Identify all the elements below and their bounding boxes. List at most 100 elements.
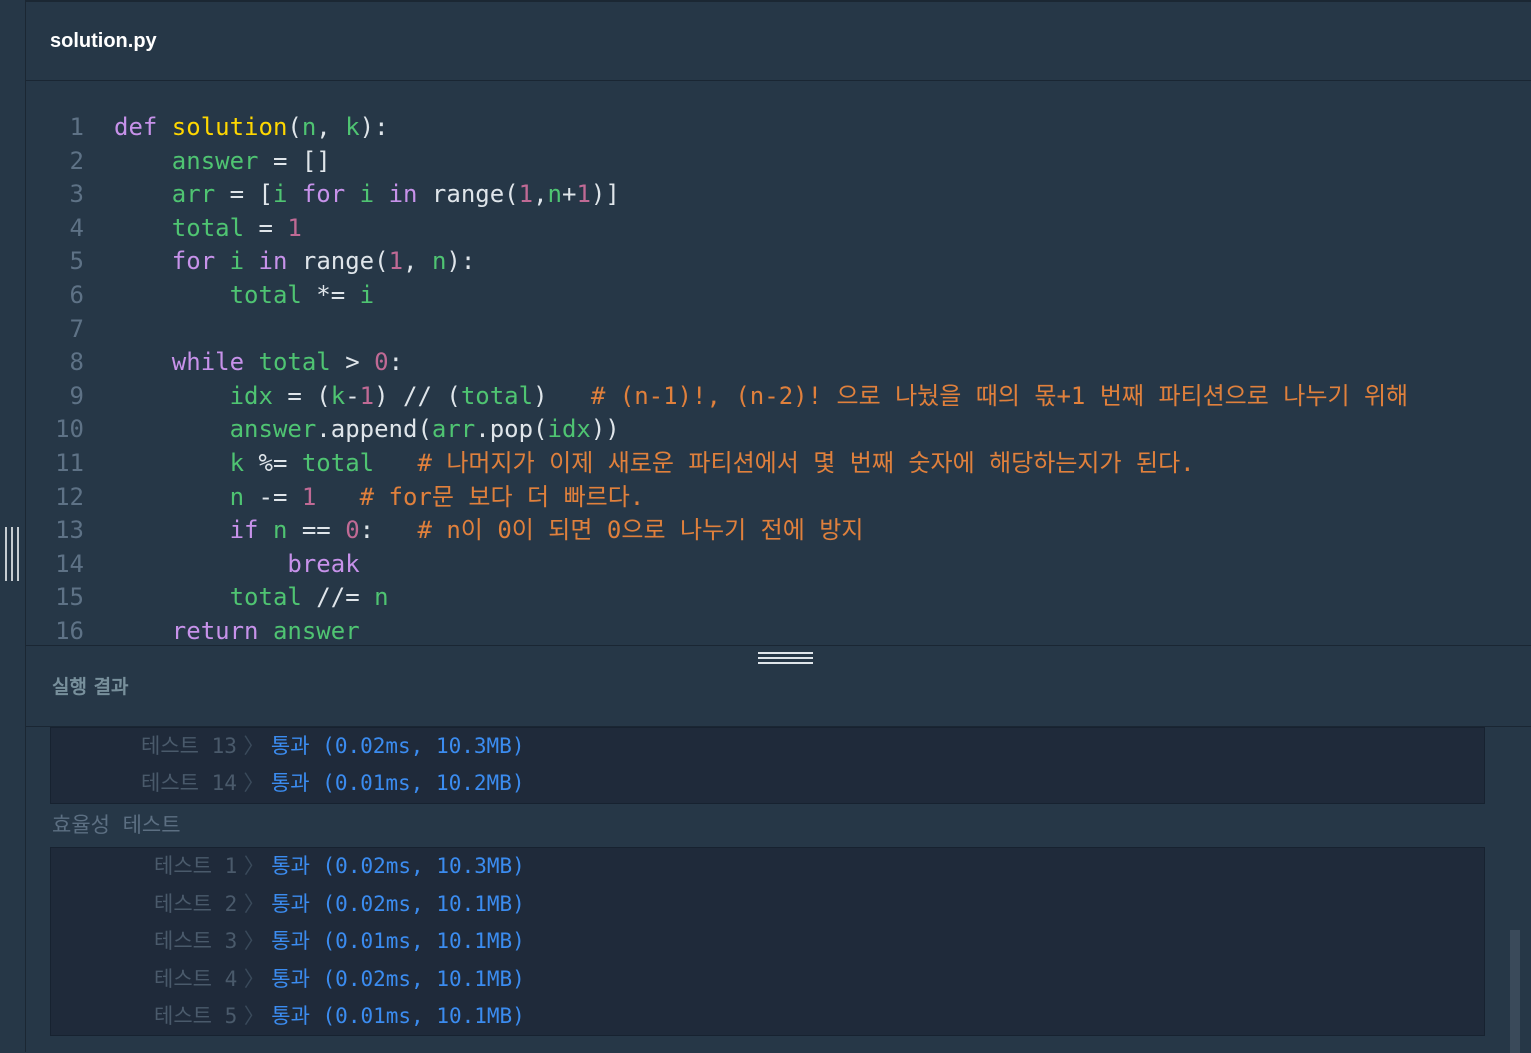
code-token: answer <box>272 616 360 645</box>
code-editor[interactable]: 1 def solution(n, k): 2 answer = [] 3 arr =… <box>26 81 1531 645</box>
code-token: 1 <box>301 482 317 511</box>
test-result-text: 통과 (0.01ms, 10.2MB) <box>270 771 525 795</box>
accuracy-test-results: 테스트 13 〉 통과 (0.02ms, 10.3MB) 테스트 14 〉 통과 (0.0… <box>50 727 1485 804</box>
code-token: : <box>359 516 418 545</box>
code-token: arr <box>431 415 476 444</box>
line-number: 9 <box>69 381 84 410</box>
code-token: ): <box>359 113 389 141</box>
code-token: range( <box>287 247 389 276</box>
code-line[interactable]: 8 while total > 0: <box>26 346 1408 380</box>
line-number: 4 <box>69 213 84 242</box>
result-panel[interactable]: 테스트 13 〉 통과 (0.02ms, 10.3MB) 테스트 14 〉 통과 (0.0… <box>26 726 1531 1053</box>
line-number: 6 <box>69 280 84 309</box>
code-line[interactable]: 9 idx = (k-1) // (total) # (n-1)!, (n-2)… <box>26 380 1409 414</box>
code-token: n <box>272 516 288 545</box>
code-token: -= <box>244 482 302 511</box>
code-token: *= <box>301 280 360 309</box>
line-number: 8 <box>69 348 84 377</box>
code-token: .append( <box>316 415 432 444</box>
test-result-row[interactable]: 테스트 2 〉 통과 (0.02ms, 10.1MB) <box>154 886 525 923</box>
code-token: k <box>345 113 360 141</box>
result-scrollbar[interactable] <box>1510 930 1520 1053</box>
test-result-row[interactable]: 테스트 3 〉 통과 (0.01ms, 10.1MB) <box>154 923 525 960</box>
code-token: total <box>301 448 375 477</box>
code-line[interactable]: 5 for i in range(1, n): <box>26 245 1408 279</box>
code-token: )) <box>590 415 620 444</box>
test-label: 테스트 14 <box>141 771 237 795</box>
efficiency-test-label: 효율성 테스트 <box>52 813 181 837</box>
chevron-right-icon: 〉 <box>243 892 265 916</box>
efficiency-test-results: 테스트 1 〉 통과 (0.02ms, 10.3MB) 테스트 2 〉 통과 (0.02m… <box>50 847 1485 1036</box>
file-header: solution.py <box>26 2 1531 81</box>
result-title: 실행 결과 <box>52 676 129 698</box>
code-token: , <box>316 113 346 141</box>
code-token: in <box>258 247 288 276</box>
code-token: total <box>460 381 534 410</box>
code-line[interactable]: 2 answer = [] <box>26 145 1408 179</box>
code-token: def <box>114 113 172 141</box>
code-line[interactable]: 3 arr = [i for i in range(1,n+1)] <box>26 178 1408 212</box>
test-result-row[interactable]: 테스트 4 〉 통과 (0.02ms, 10.1MB) <box>154 961 525 998</box>
code-line[interactable]: 1 def solution(n, k): <box>26 111 1408 145</box>
code-token: k <box>229 448 245 477</box>
code-token: , <box>533 180 548 209</box>
code-token: idx <box>547 415 591 444</box>
code-token: k <box>330 381 346 410</box>
code-token: = <box>244 213 288 242</box>
line-number: 13 <box>55 516 84 545</box>
test-result-text: 통과 (0.02ms, 10.1MB) <box>271 892 525 916</box>
code-token: n <box>547 180 562 209</box>
test-result-row[interactable]: 테스트 1 〉 통과 (0.02ms, 10.3MB) <box>154 848 525 885</box>
code-token: > <box>330 348 375 377</box>
code-token: answer <box>171 146 259 175</box>
test-result-row[interactable]: 테스트 14 〉 통과 (0.01ms, 10.2MB) <box>141 765 524 802</box>
code-line[interactable]: 6 total *= i <box>26 279 1408 313</box>
code-token: 1 <box>359 381 375 410</box>
code-lines[interactable]: 1 def solution(n, k): 2 answer = [] 3 arr =… <box>26 111 1408 645</box>
line-number: 5 <box>69 247 84 276</box>
code-token: = [ <box>215 180 273 209</box>
code-line[interactable]: 4 total = 1 <box>26 212 1408 246</box>
code-token: == <box>287 516 346 545</box>
code-token: , <box>403 247 432 276</box>
test-result-text: 통과 (0.02ms, 10.3MB) <box>271 854 525 878</box>
code-token: i <box>359 280 375 309</box>
line-number: 12 <box>55 482 84 511</box>
code-token: idx <box>229 381 273 410</box>
code-line[interactable]: 15 total //= n <box>26 581 1408 615</box>
code-line[interactable]: 14 break <box>26 548 1408 582</box>
code-line[interactable]: 12 n -= 1 # for문 보다 더 빠르다. <box>26 481 1408 515</box>
code-line[interactable]: 10 answer.append(arr.pop(idx)) <box>26 413 1408 447</box>
panel-resize-handle[interactable] <box>5 527 19 581</box>
test-result-row[interactable]: 테스트 5 〉 통과 (0.01ms, 10.1MB) <box>154 998 525 1035</box>
code-token: ): <box>446 247 476 276</box>
code-line[interactable]: 13 if n == 0: # n이 0이 되면 0으로 나누기 전에 방지 <box>26 514 1408 548</box>
code-token: break <box>287 549 360 578</box>
code-line[interactable]: 11 k %= total # 나머지가 이제 새로운 파티션에서 몇 번째 숫… <box>26 447 1408 481</box>
code-token: = ( <box>272 381 331 410</box>
code-token: for <box>301 180 346 209</box>
test-result-row[interactable]: 테스트 13 〉 통과 (0.02ms, 10.3MB) <box>141 728 524 765</box>
code-line[interactable]: 16 return answer <box>26 615 1408 645</box>
split-resize-handle[interactable] <box>758 652 813 666</box>
test-label: 테스트 13 <box>141 734 237 758</box>
code-token: //= <box>301 583 375 612</box>
code-line[interactable]: 7 <box>26 313 1408 347</box>
line-number: 11 <box>55 448 84 477</box>
code-token: if <box>229 516 259 545</box>
